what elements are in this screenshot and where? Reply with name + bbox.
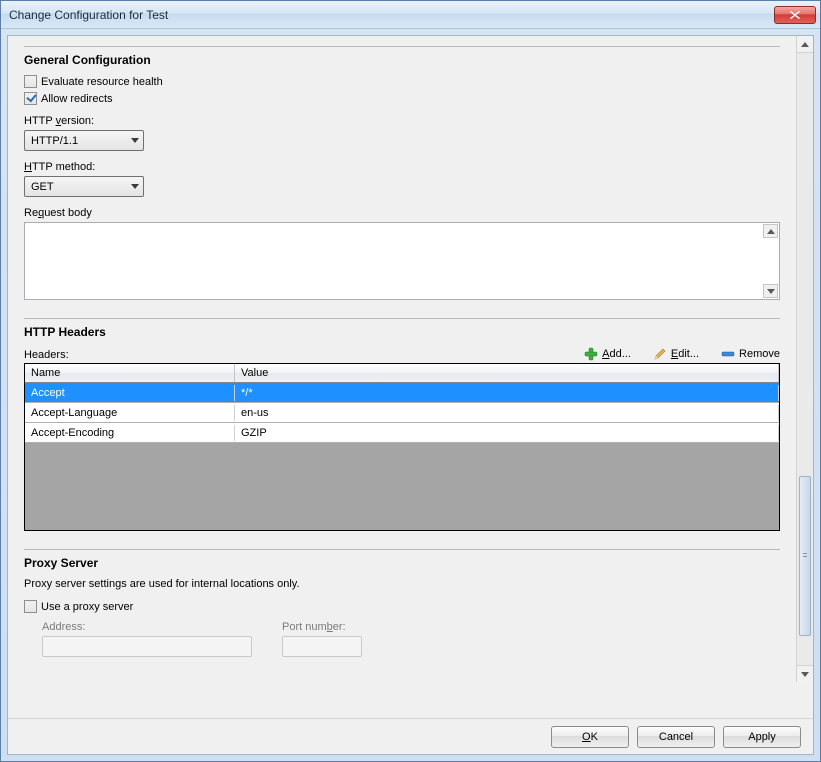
table-row[interactable]: Accept-Language en-us xyxy=(25,403,779,423)
divider xyxy=(24,46,780,47)
add-header-button[interactable]: Add... xyxy=(584,347,631,361)
edit-header-button[interactable]: Edit... xyxy=(653,347,699,361)
window-title: Change Configuration for Test xyxy=(9,8,774,22)
content: General Configuration Evaluate resource … xyxy=(8,36,796,667)
col-value[interactable]: Value xyxy=(235,364,779,382)
add-label: dd... xyxy=(609,348,630,360)
proxy-port-label: Port number: xyxy=(282,621,362,633)
headers-table[interactable]: Name Value Accept */* Accept-Language en… xyxy=(24,363,780,531)
headers-toolbar: Headers: Add... xyxy=(24,347,780,361)
use-proxy-checkbox[interactable] xyxy=(24,600,37,613)
proxy-section-title: Proxy Server xyxy=(24,556,780,570)
headers-label: Headers: xyxy=(24,349,69,361)
request-body-textarea[interactable] xyxy=(24,222,780,300)
divider xyxy=(24,549,780,550)
apply-button[interactable]: Apply xyxy=(723,726,801,748)
proxy-port-field: Port number: xyxy=(282,621,362,657)
plus-icon xyxy=(584,347,598,361)
minus-icon xyxy=(721,347,735,361)
general-section-title: General Configuration xyxy=(24,53,780,67)
evaluate-resource-health-checkbox[interactable] xyxy=(24,75,37,88)
client-area: General Configuration Evaluate resource … xyxy=(7,35,814,755)
evaluate-resource-health-row[interactable]: Evaluate resource health xyxy=(24,75,780,88)
titlebar: Change Configuration for Test xyxy=(1,1,820,29)
chevron-down-icon xyxy=(131,184,139,189)
scroll-up-button[interactable] xyxy=(797,36,813,53)
col-name[interactable]: Name xyxy=(25,364,235,382)
allow-redirects-label: Allow redirects xyxy=(41,93,113,105)
evaluate-resource-health-label: Evaluate resource health xyxy=(41,76,163,88)
chevron-down-icon xyxy=(767,289,775,294)
chevron-down-icon xyxy=(801,672,809,677)
chevron-up-icon xyxy=(801,42,809,47)
divider xyxy=(24,318,780,319)
vertical-scrollbar[interactable] xyxy=(796,36,813,682)
http-version-label: HTTP version: xyxy=(24,115,780,127)
cancel-button[interactable]: Cancel xyxy=(637,726,715,748)
remove-header-button[interactable]: Remove xyxy=(721,347,780,361)
textarea-scroll-up[interactable] xyxy=(763,224,778,238)
proxy-fields: Address: Port number: xyxy=(42,621,780,657)
http-method-label: HTTP method: xyxy=(24,161,780,173)
remove-label: Remove xyxy=(739,348,780,360)
http-headers-section-title: HTTP Headers xyxy=(24,325,780,339)
proxy-description: Proxy server settings are used for inter… xyxy=(24,578,780,590)
use-proxy-row[interactable]: Use a proxy server xyxy=(24,600,780,613)
allow-redirects-checkbox[interactable] xyxy=(24,92,37,105)
request-body-label: Request body xyxy=(24,207,780,219)
close-button[interactable] xyxy=(774,6,816,24)
button-bar: OK Cancel Apply xyxy=(8,718,813,754)
table-body: Accept */* Accept-Language en-us Accept-… xyxy=(25,383,779,443)
scroll-down-button[interactable] xyxy=(797,665,813,682)
proxy-address-input[interactable] xyxy=(42,636,252,657)
table-header: Name Value xyxy=(25,364,779,383)
http-version-value: HTTP/1.1 xyxy=(31,135,78,147)
ok-button[interactable]: OK xyxy=(551,726,629,748)
dialog-window: Change Configuration for Test General Co… xyxy=(0,0,821,762)
proxy-port-input[interactable] xyxy=(282,636,362,657)
allow-redirects-row[interactable]: Allow redirects xyxy=(24,92,780,105)
use-proxy-label: Use a proxy server xyxy=(41,601,133,613)
proxy-address-field: Address: xyxy=(42,621,252,657)
http-method-value: GET xyxy=(31,181,54,193)
http-method-select[interactable]: GET xyxy=(24,176,144,197)
http-version-select[interactable]: HTTP/1.1 xyxy=(24,130,144,151)
chevron-up-icon xyxy=(767,229,775,234)
chevron-down-icon xyxy=(131,138,139,143)
table-row[interactable]: Accept */* xyxy=(25,383,779,403)
close-icon xyxy=(790,11,800,19)
table-row[interactable]: Accept-Encoding GZIP xyxy=(25,423,779,443)
scroll-pane: General Configuration Evaluate resource … xyxy=(8,36,813,718)
proxy-address-label: Address: xyxy=(42,621,252,633)
scroll-thumb[interactable] xyxy=(799,476,811,636)
textarea-scroll-down[interactable] xyxy=(763,284,778,298)
pencil-icon xyxy=(653,347,667,361)
